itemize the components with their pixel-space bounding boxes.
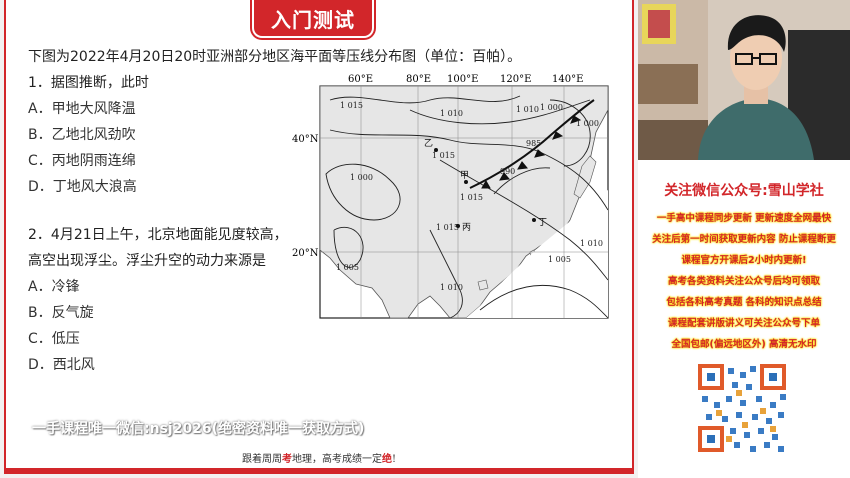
promo-line-1: 一手高中课程同步更新 更新速度全网最快 <box>656 213 832 224</box>
lat-label-40: 40°N <box>292 134 319 145</box>
right-panel: 关注微信公众号:雪山学社 一手高中课程同步更新 更新速度全网最快 关注后第一时间… <box>638 0 850 478</box>
svg-text:1 010: 1 010 <box>580 239 603 248</box>
qr-code-icon <box>696 362 788 454</box>
svg-text:1 005: 1 005 <box>336 263 359 272</box>
webcam-illustration <box>638 0 850 160</box>
promo-line-2: 关注后第一时间获取更新内容 防止课程断更 <box>652 234 836 245</box>
svg-text:1 010: 1 010 <box>440 109 463 118</box>
footer-highlight2: 绝 <box>381 454 392 465</box>
question-1-option-c: C．丙地阴雨连绵 <box>28 153 136 169</box>
svg-text:1 015: 1 015 <box>432 151 455 160</box>
question-2-stem-line2: 高空出现浮尘。浮尘升空的动力来源是 <box>28 253 266 269</box>
place-bing-label: 丙 <box>462 222 471 233</box>
slide-watermark: 一手课程唯一微信:nsj2026(绝密资料唯一获取方式) <box>32 421 365 437</box>
slide-area: 入门测试 下图为2022年4月20日20时亚洲部分地区海平面等压线分布图（单位：… <box>0 0 638 478</box>
question-2-option-a: A．冷锋 <box>28 279 80 295</box>
question-2-option-d: D．西北风 <box>28 357 95 373</box>
svg-text:1 015: 1 015 <box>340 101 363 110</box>
svg-text:1 010: 1 010 <box>516 105 539 114</box>
webcam-feed <box>638 0 850 160</box>
lon-label-100: 100°E <box>447 74 478 85</box>
question-1-stem: 1．据图推断，此时 <box>28 75 149 91</box>
footer-highlight1: 考 <box>281 454 292 465</box>
svg-text:1 005: 1 005 <box>548 255 571 264</box>
question-2-stem-line1: 2．4月21日上午，北京地面能见度较高， <box>28 227 288 243</box>
slide-title-tab: 入门测试 <box>252 0 374 38</box>
promo-line-4: 高考各类资料关注公众号后均可领取 <box>667 276 820 287</box>
place-ding-dot <box>532 218 536 222</box>
place-ding-label: 丁 <box>538 218 547 228</box>
island-hainan <box>477 279 489 291</box>
lon-label-120: 120°E <box>500 74 531 85</box>
svg-text:985: 985 <box>526 139 541 148</box>
question-1-option-d: D．丁地风大浪高 <box>28 179 137 195</box>
lat-label-20: 20°N <box>292 248 319 259</box>
lon-label-140: 140°E <box>552 74 583 85</box>
promo-line-5: 包括各科高考真题 各科的知识点总结 <box>666 297 822 308</box>
promo-line-3: 课程官方开课后2小时内更新! <box>681 255 807 266</box>
footer-part3: ! <box>391 454 397 465</box>
footer-part2: 地理，高考成绩一定 <box>291 454 382 465</box>
svg-text:1 000: 1 000 <box>576 119 599 128</box>
question-1-option-b: B．乙地北风劲吹 <box>28 127 136 143</box>
question-1-option-a: A．甲地大风降温 <box>28 101 136 117</box>
place-jia-label: 甲 <box>460 170 469 181</box>
svg-text:1 010: 1 010 <box>440 283 463 292</box>
footer-part1: 跟着周周 <box>241 454 282 465</box>
slide-title: 入门测试 <box>271 7 355 32</box>
question-2-option-c: C．低压 <box>28 331 80 347</box>
isobar-map: 60°E 80°E 100°E 120°E 140°E 40°N 20°N 1 … <box>290 70 612 322</box>
promo-line-7: 全国包邮(偏远地区外) 高清无水印 <box>671 339 817 350</box>
svg-text:1 015: 1 015 <box>436 223 459 232</box>
place-bing-dot <box>456 224 460 228</box>
place-yi-label: 乙 <box>424 138 433 149</box>
promo-panel: 关注微信公众号:雪山学社 一手高中课程同步更新 更新速度全网最快 关注后第一时间… <box>638 160 850 478</box>
lon-label-60: 60°E <box>348 74 373 85</box>
svg-text:1 000: 1 000 <box>350 173 373 182</box>
question-intro: 下图为2022年4月20日20时亚洲部分地区海平面等压线分布图（单位：百帕）。 <box>28 49 522 65</box>
lon-label-80: 80°E <box>406 74 431 85</box>
svg-text:990: 990 <box>500 167 515 176</box>
svg-text:1 015: 1 015 <box>460 193 483 202</box>
svg-text:1 000: 1 000 <box>540 103 563 112</box>
question-2-option-b: B．反气旋 <box>28 305 94 321</box>
slide-footer: 跟着周周考地理，高考成绩一定绝! <box>0 450 638 465</box>
promo-title: 关注微信公众号:雪山学社 <box>664 183 824 199</box>
promo-line-6: 课程配套讲版讲义可关注公众号下单 <box>667 318 820 329</box>
place-yi-dot <box>434 148 438 152</box>
slide-bottom-bar <box>4 468 634 474</box>
isobar-map-svg: 60°E 80°E 100°E 120°E 140°E 40°N 20°N 1 … <box>292 74 609 319</box>
